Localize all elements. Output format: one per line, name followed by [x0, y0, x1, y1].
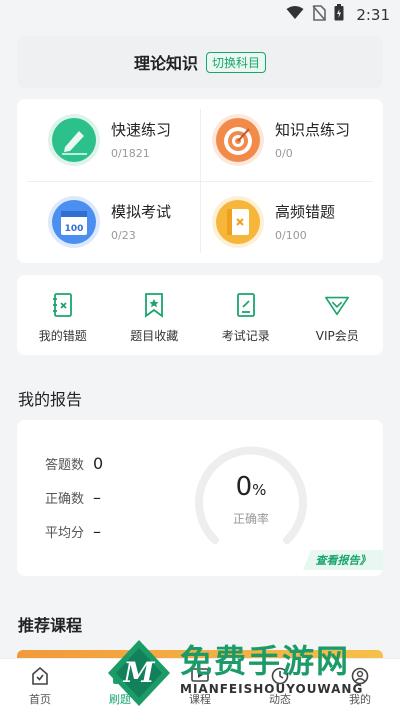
practice-count: 0/1821	[111, 147, 150, 160]
tools-row: 我的错题 题目收藏 考试记录 VIP会员	[17, 275, 383, 355]
exam-records-button[interactable]: 考试记录	[200, 275, 292, 355]
diamond-icon	[324, 291, 350, 319]
my-wrong-questions-button[interactable]: 我的错题	[17, 275, 109, 355]
practice-count: 0/23	[111, 229, 136, 242]
tab-label: 首页	[29, 693, 51, 706]
practice-count: 0/0	[275, 147, 293, 160]
question-favorites-button[interactable]: 题目收藏	[109, 275, 201, 355]
bookmark-star-icon	[141, 291, 167, 319]
practice-title: 模拟考试	[111, 203, 172, 221]
watermark-logo-icon: M	[108, 640, 170, 706]
knowledge-practice-item[interactable]: 知识点练习 0/0	[211, 105, 381, 175]
watermark-subtitle: MIANFEISHOUYOUWANG	[180, 682, 364, 696]
status-time: 2:31	[356, 5, 390, 24]
practice-title: 知识点练习	[275, 121, 351, 139]
report-section-title: 我的报告	[18, 390, 83, 409]
practice-title: 快速练习	[111, 121, 172, 139]
svg-text:M: M	[123, 656, 156, 689]
quick-practice-item[interactable]: 快速练习 0/1821	[47, 105, 217, 175]
wifi-icon	[286, 5, 304, 24]
practice-grid: 快速练习 0/1821 知识点练习 0/0 100 模拟考试 0/23 高频错题…	[17, 99, 383, 263]
status-bar: 2:31	[0, 0, 400, 28]
wrong-notebook-icon	[50, 291, 76, 319]
stat-value: –	[93, 522, 101, 541]
report-card: 答题数 0 正确数 – 平均分 – 0% 正确率 查看报告》	[17, 420, 383, 576]
mock-exam-item[interactable]: 100 模拟考试 0/23	[47, 187, 217, 257]
tool-label: 题目收藏	[130, 329, 179, 343]
stat-label: 正确数	[45, 492, 85, 507]
exam-calendar-icon: 100	[47, 195, 101, 249]
tool-label: VIP会员	[315, 329, 359, 343]
tool-label: 考试记录	[221, 329, 270, 343]
vip-membership-button[interactable]: VIP会员	[292, 275, 384, 355]
accuracy-label: 正确率	[232, 512, 269, 526]
tool-label: 我的错题	[38, 329, 87, 343]
practice-count: 0/100	[275, 229, 307, 242]
stat-label: 平均分	[45, 526, 85, 541]
practice-title: 高频错题	[275, 203, 336, 221]
target-icon	[211, 113, 265, 167]
frequent-wrong-item[interactable]: 高频错题 0/100	[211, 187, 381, 257]
average-stat: 平均分 –	[45, 522, 101, 541]
subject-header: 理论知识 切换科目	[17, 36, 383, 88]
pen-icon	[47, 113, 101, 167]
exam-record-icon	[233, 291, 259, 319]
stat-value: –	[93, 488, 101, 507]
stat-value: 0	[93, 454, 104, 473]
watermark-title: 免费手游网	[180, 642, 351, 680]
view-report-button[interactable]: 查看报告》	[303, 550, 383, 570]
tab-home[interactable]: 首页	[0, 659, 80, 711]
site-watermark: M 免费手游网 MIANFEISHOUYOUWANG	[100, 636, 400, 711]
stat-label: 答题数	[45, 458, 85, 473]
courses-section-title: 推荐课程	[18, 616, 83, 635]
subject-title: 理论知识	[133, 54, 198, 73]
wrong-book-icon	[211, 195, 265, 249]
switch-subject-button[interactable]: 切换科目	[206, 51, 267, 73]
no-sim-icon	[312, 4, 327, 25]
svg-text:100: 100	[65, 224, 84, 234]
answered-stat: 答题数 0	[45, 454, 103, 473]
home-icon	[29, 665, 51, 687]
divider	[27, 181, 373, 182]
correct-stat: 正确数 –	[45, 488, 101, 507]
battery-icon	[334, 4, 344, 25]
accuracy-value: 0%	[235, 472, 267, 502]
